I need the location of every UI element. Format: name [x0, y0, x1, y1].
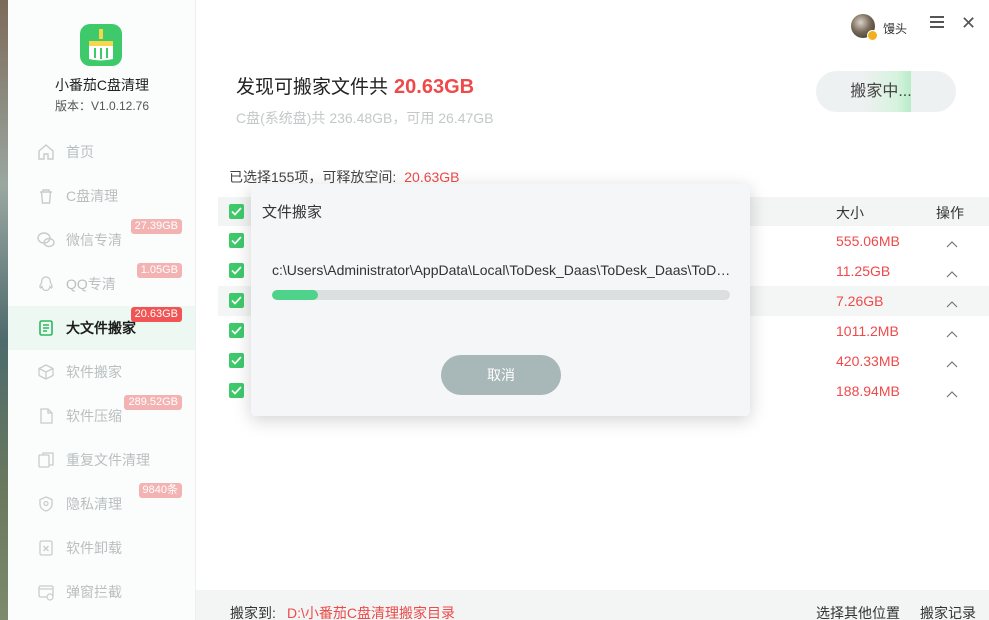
sidebar-item-label: QQ专清	[66, 276, 116, 292]
sidebar-item-uninstall[interactable]: 软件卸载	[8, 526, 195, 570]
sidebar-item-privacy-clean[interactable]: 隐私清理 9840条	[8, 482, 195, 526]
chevron-up-icon[interactable]	[946, 235, 958, 253]
sidebar-item-label: 首页	[66, 144, 94, 160]
app-version: 版本：V1.0.12.76	[54, 99, 150, 113]
row-size: 555.06MB	[836, 233, 900, 249]
check-icon	[231, 326, 242, 335]
sidebar-item-label: 微信专清	[66, 232, 122, 248]
sidebar-item-label: 软件卸载	[66, 540, 122, 556]
row-size: 188.94MB	[836, 383, 900, 399]
box-icon	[37, 363, 55, 381]
move-to-label: 搬家到:	[230, 605, 276, 620]
uninstall-icon	[37, 539, 55, 557]
check-icon	[231, 296, 242, 305]
app-logo	[80, 24, 122, 66]
sidebar-item-popup-block[interactable]: 弹窗拦截	[8, 570, 195, 614]
qq-icon	[37, 275, 55, 293]
dialog-title: 文件搬家	[262, 204, 323, 221]
file-move-icon	[37, 319, 55, 337]
sidebar-item-software-compress[interactable]: 软件压缩 289.52GB	[8, 394, 195, 438]
sidebar-item-label: 大文件搬家	[66, 320, 136, 336]
sidebar-item-label: 软件搬家	[66, 364, 122, 380]
sidebar-badge: 9840条	[138, 483, 182, 498]
row-size: 1011.2MB	[836, 323, 899, 339]
popup-block-icon	[37, 583, 55, 601]
choose-other-location-link[interactable]: 选择其他位置	[816, 603, 900, 620]
headline-size: 20.63GB	[394, 76, 475, 98]
sidebar-item-duplicate-clean[interactable]: 重复文件清理	[8, 438, 195, 482]
sidebar: 小番茄C盘清理 版本：V1.0.12.76 首页 C盘清理 微信专清 27.39…	[0, 0, 196, 620]
select-all-checkbox[interactable]	[229, 204, 244, 219]
sidebar-nav: 首页 C盘清理 微信专清 27.39GB QQ专清 1.05GB 大文件搬家 2…	[8, 130, 195, 614]
move-to-path[interactable]: D:\小番茄C盘清理搬家目录	[287, 603, 455, 620]
sidebar-item-label: 隐私清理	[66, 496, 122, 512]
sidebar-badge: 20.63GB	[130, 307, 182, 322]
sidebar-item-qq[interactable]: QQ专清 1.05GB	[8, 262, 195, 306]
sidebar-badge: 1.05GB	[136, 263, 182, 278]
move-record-link[interactable]: 搬家记录	[920, 603, 976, 620]
column-header-size[interactable]: 大小	[836, 203, 864, 223]
selection-text: 已选择155项，可释放空间:	[229, 169, 397, 185]
sidebar-item-label: 弹窗拦截	[66, 584, 122, 600]
sidebar-item-c-clean[interactable]: C盘清理	[8, 174, 195, 218]
current-file-path: c:\Users\Administrator\AppData\Local\ToD…	[272, 262, 732, 278]
row-checkbox[interactable]	[229, 353, 244, 368]
sidebar-item-large-file-move[interactable]: 大文件搬家 20.63GB	[8, 306, 195, 350]
sidebar-badge: 27.39GB	[130, 219, 182, 234]
sidebar-item-label: 重复文件清理	[66, 452, 150, 468]
row-checkbox[interactable]	[229, 263, 244, 278]
broom-icon	[89, 29, 113, 61]
check-icon	[231, 236, 242, 245]
check-icon	[231, 386, 242, 395]
sidebar-item-home[interactable]: 首页	[8, 130, 195, 174]
cancel-button[interactable]: 取消	[441, 355, 561, 395]
chevron-up-icon[interactable]	[946, 265, 958, 283]
move-button[interactable]: 搬家中...	[816, 71, 956, 112]
close-icon[interactable]: ✕	[961, 14, 976, 32]
progress-fill	[272, 290, 318, 300]
check-icon	[231, 266, 242, 275]
row-size: 11.25GB	[836, 263, 891, 279]
file-move-dialog: 文件搬家 c:\Users\Administrator\AppData\Loca…	[251, 184, 750, 416]
chevron-up-icon[interactable]	[946, 385, 958, 403]
sidebar-item-software-move[interactable]: 软件搬家	[8, 350, 195, 394]
row-checkbox[interactable]	[229, 293, 244, 308]
check-icon	[231, 207, 242, 216]
row-checkbox[interactable]	[229, 323, 244, 338]
footer-bar: 搬家到: D:\小番茄C盘清理搬家目录 选择其他位置 搬家记录	[196, 590, 989, 620]
user-profile[interactable]: 馒头	[851, 14, 907, 41]
disk-info: C盘(系统盘)共 236.48GB，可用 26.47GB	[236, 110, 494, 126]
sidebar-item-label: C盘清理	[66, 188, 119, 204]
headline-text: 发现可搬家文件共	[236, 77, 389, 98]
sidebar-item-label: 软件压缩	[66, 408, 122, 424]
chevron-up-icon[interactable]	[946, 325, 958, 343]
row-size: 420.33MB	[836, 353, 900, 369]
wechat-icon	[37, 231, 55, 249]
check-icon	[231, 356, 242, 365]
sidebar-badge: 289.52GB	[124, 395, 182, 410]
sidebar-item-wechat[interactable]: 微信专清 27.39GB	[8, 218, 195, 262]
row-size: 7.26GB	[836, 293, 884, 309]
chevron-up-icon[interactable]	[946, 295, 958, 313]
compress-icon	[37, 407, 55, 425]
app-name: 小番茄C盘清理	[54, 77, 150, 93]
move-button-label: 搬家中...	[850, 83, 912, 100]
menu-icon[interactable]	[930, 16, 944, 30]
chevron-up-icon[interactable]	[946, 355, 958, 373]
progress-bar	[272, 290, 730, 300]
column-header-op: 操作	[936, 205, 964, 221]
trash-icon	[37, 187, 55, 205]
row-checkbox[interactable]	[229, 383, 244, 398]
shield-icon	[37, 495, 55, 513]
duplicate-icon	[37, 451, 55, 469]
selection-amount: 20.63GB	[404, 169, 460, 185]
avatar[interactable]	[851, 14, 878, 41]
home-icon	[37, 143, 55, 161]
row-checkbox[interactable]	[229, 233, 244, 248]
page-title: 发现可搬家文件共 20.63GB	[236, 72, 474, 99]
vip-badge-icon	[867, 30, 878, 41]
username[interactable]: 馒头	[883, 20, 907, 37]
